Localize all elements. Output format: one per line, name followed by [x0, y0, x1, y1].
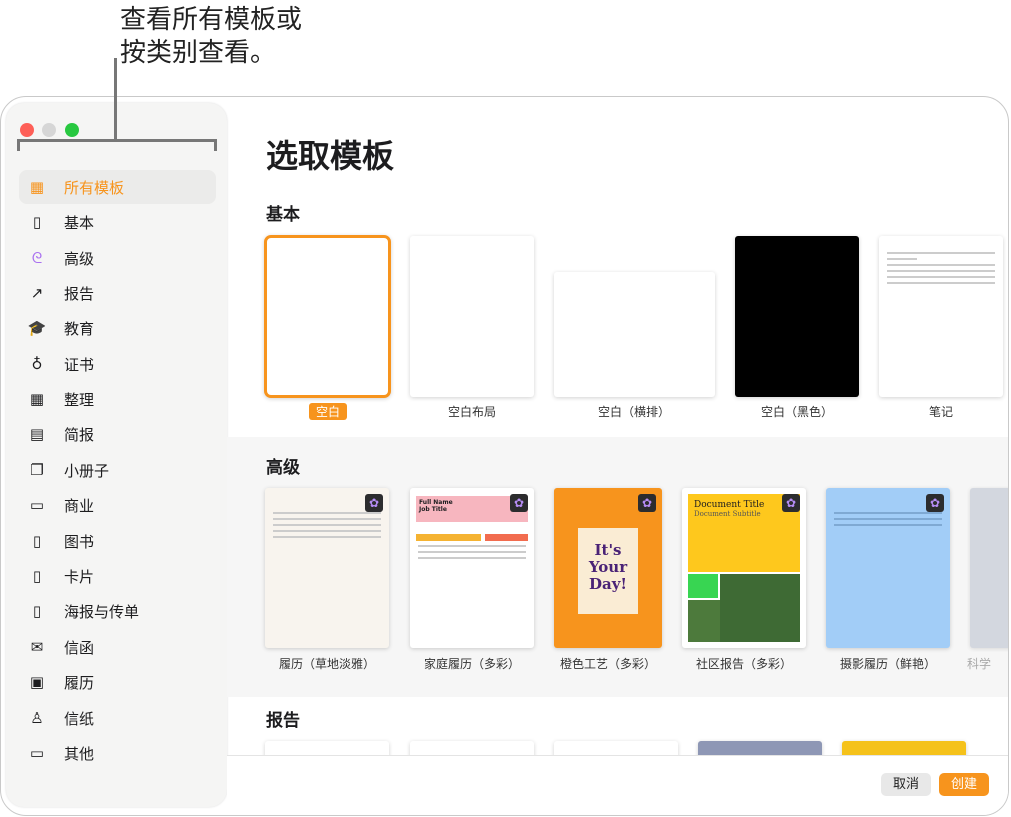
sidebar-item-label: 图书 [64, 531, 94, 552]
template-notes[interactable] [879, 236, 1003, 397]
sidebar-item-label: 整理 [64, 389, 94, 410]
premium-icon: ✿ [782, 494, 800, 512]
create-button[interactable]: 创建 [939, 773, 989, 796]
zoom-button[interactable] [65, 123, 79, 137]
template-blank[interactable] [264, 235, 391, 398]
callout-line-1: 查看所有模板或 [120, 4, 302, 37]
template-label: 摄影履历（鲜艳） [808, 655, 968, 672]
template-blank-black[interactable] [735, 236, 859, 397]
card-icon: ▯ [26, 567, 48, 585]
sidebar-item-label: 信纸 [64, 708, 94, 729]
sidebar-item-label: 海报与传单 [64, 601, 139, 622]
template-orange-craft[interactable]: It's Your Day! ✿ [554, 488, 662, 648]
sidebar-item-16[interactable]: ▭ 其他 [19, 736, 216, 770]
main-panel: 选取模板 基本 高级 报告 空白 空白布局 空白（横排） 空白（黑色） 笔记 ✿… [227, 97, 1008, 815]
sidebar-item-2[interactable]: ᘓ 高级 [19, 241, 216, 275]
premium-icon: ✿ [510, 494, 528, 512]
planner-icon: ▦ [26, 390, 48, 408]
template-blank-layout[interactable] [410, 236, 534, 397]
premium-icon: ✿ [926, 494, 944, 512]
sidebar-item-label: 教育 [64, 318, 94, 339]
thumb-text: Document Title [694, 500, 794, 510]
template-label: 空白 [309, 403, 347, 420]
sidebar-item-label: 报告 [64, 283, 94, 304]
template-community-report[interactable]: Document TitleDocument Subtitle ✿ [682, 488, 806, 648]
minimize-button[interactable] [42, 123, 56, 137]
grid-icon: ▦ [26, 178, 48, 196]
thumb-text: It's Your Day! [578, 528, 638, 614]
sidebar-item-11[interactable]: ▯ 卡片 [19, 559, 216, 593]
sidebar-item-10[interactable]: ▯ 图书 [19, 524, 216, 558]
sidebar-item-5[interactable]: ♁ 证书 [19, 347, 216, 381]
sidebar-item-14[interactable]: ▣ 履历 [19, 665, 216, 699]
sidebar-item-label: 高级 [64, 248, 94, 269]
section-title-advanced: 高级 [266, 453, 300, 478]
sidebar-item-label: 商业 [64, 495, 94, 516]
sidebar-item-label: 信函 [64, 637, 94, 658]
poster-icon: ▯ [26, 602, 48, 620]
sidebar-item-9[interactable]: ▭ 商业 [19, 488, 216, 522]
sidebar-item-0[interactable]: ▦ 所有模板 [19, 170, 216, 204]
template-label: 社区报告（多彩） [664, 655, 824, 672]
callout-line [114, 58, 117, 141]
section-title-reports: 报告 [266, 706, 300, 731]
sidebar-item-6[interactable]: ▦ 整理 [19, 382, 216, 416]
sidebar-item-label: 证书 [64, 354, 94, 375]
resume-icon: ▣ [26, 673, 48, 691]
sidebar-item-label: 所有模板 [64, 177, 124, 198]
footer-bar: 取消 创建 [227, 755, 1008, 815]
sidebar-item-12[interactable]: ▯ 海报与传单 [19, 594, 216, 628]
section-title-basic: 基本 [266, 200, 300, 225]
callout-bracket [17, 139, 217, 151]
sidebar: ▦所有模板▯基本ᘓ高级↗报告🎓教育♁证书▦整理▤简报❐小册子▭商业▯图书▯卡片▯… [6, 103, 227, 807]
sidebar-item-label: 其他 [64, 743, 94, 764]
sidebar-item-15[interactable]: ♙ 信纸 [19, 701, 216, 735]
sidebar-item-8[interactable]: ❐ 小册子 [19, 453, 216, 487]
sidebar-item-4[interactable]: 🎓 教育 [19, 311, 216, 345]
template-photo-resume[interactable]: ✿ [826, 488, 950, 648]
premium-icon: ✿ [638, 494, 656, 512]
sidebar-item-label: 基本 [64, 212, 94, 233]
letter-icon: ✉ [26, 638, 48, 656]
sidebar-item-label: 卡片 [64, 566, 94, 587]
callout-line-2: 按类别查看。 [120, 37, 302, 70]
graduation-cap-icon: 🎓 [26, 319, 48, 337]
thumb-text: Full Name [419, 499, 453, 506]
template-label: 履历（草地淡雅） [247, 655, 407, 672]
template-label: 空白（横排） [554, 403, 714, 420]
brochure-icon: ❐ [26, 461, 48, 479]
thumb-text: Job Title [419, 506, 447, 513]
briefcase-icon: ▭ [26, 496, 48, 514]
sidebar-item-1[interactable]: ▯ 基本 [19, 205, 216, 239]
other-icon: ▭ [26, 744, 48, 762]
sidebar-item-7[interactable]: ▤ 简报 [19, 417, 216, 451]
template-label: 空白布局 [392, 403, 552, 420]
sidebar-item-3[interactable]: ↗ 报告 [19, 276, 216, 310]
book-icon: ▯ [26, 532, 48, 550]
template-chooser-window: ▦所有模板▯基本ᘓ高级↗报告🎓教育♁证书▦整理▤简报❐小册子▭商业▯图书▯卡片▯… [0, 96, 1009, 816]
sidebar-item-13[interactable]: ✉ 信函 [19, 630, 216, 664]
cancel-button[interactable]: 取消 [881, 773, 931, 796]
template-label: 空白（黑色） [717, 403, 877, 420]
template-label: 笔记 [861, 403, 1009, 420]
close-button[interactable] [20, 123, 34, 137]
thumb-text: Document Subtitle [694, 510, 794, 518]
template-family-resume[interactable]: Full NameJob Title ✿ [410, 488, 534, 648]
sidebar-item-label: 小册子 [64, 460, 109, 481]
template-resume-meadow[interactable]: ✿ [265, 488, 389, 648]
page-title: 选取模板 [266, 131, 394, 177]
callout: 查看所有模板或 按类别查看。 [120, 4, 302, 70]
newsletter-icon: ▤ [26, 425, 48, 443]
sidebar-item-label: 简报 [64, 424, 94, 445]
paperclip-icon: ᘓ [26, 249, 48, 267]
document-icon: ▯ [26, 213, 48, 231]
template-blank-landscape[interactable] [554, 272, 715, 397]
template-label: 科学 [967, 655, 1007, 672]
template-science[interactable] [970, 488, 1009, 648]
sidebar-item-label: 履历 [64, 672, 94, 693]
ribbon-icon: ♁ [26, 355, 48, 373]
stamp-icon: ♙ [26, 709, 48, 727]
premium-icon: ✿ [365, 494, 383, 512]
trend-icon: ↗ [26, 284, 48, 302]
